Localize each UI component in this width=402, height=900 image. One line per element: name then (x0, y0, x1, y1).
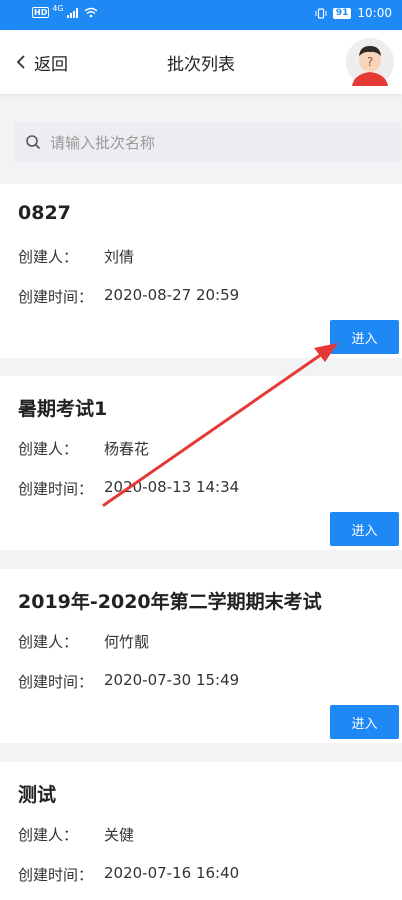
enter-button[interactable]: 进入 (330, 512, 399, 546)
battery-icon: 91 (332, 7, 352, 19)
creator-value: 刘倩 (104, 248, 135, 266)
batch-card: 测试 创建人： 关健 创建时间： 2020-07-16 16:40 (0, 762, 402, 900)
page-title: 批次列表 (167, 55, 235, 75)
batch-card: 0827 创建人： 刘倩 创建时间： 2020-08-27 20:59 进入 (0, 184, 402, 358)
batch-name: 2019年-2020年第二学期期末考试 (18, 591, 322, 613)
enter-button[interactable]: 进入 (330, 705, 399, 739)
batch-name: 暑期考试1 (18, 398, 108, 420)
search-icon (26, 135, 41, 150)
creator-value: 何竹靓 (104, 633, 150, 651)
creator-label: 创建人： (18, 633, 79, 651)
creator-label: 创建人： (18, 826, 79, 844)
hd-badge: HD (32, 7, 50, 18)
wifi-icon (84, 7, 98, 18)
created-time-value: 2020-07-16 16:40 (104, 864, 240, 882)
creator-label: 创建人： (18, 440, 79, 458)
search-bar (14, 122, 401, 164)
batch-name: 测试 (18, 784, 57, 806)
search-input[interactable] (48, 122, 392, 164)
clock: 10:00 (357, 6, 392, 20)
created-time-label: 创建时间： (18, 866, 94, 884)
signal-icon (66, 7, 78, 18)
network-type: 4G (52, 4, 64, 13)
created-time-value: 2020-08-27 20:59 (104, 286, 240, 304)
batch-card: 2019年-2020年第二学期期末考试 创建人： 何竹靓 创建时间： 2020-… (0, 569, 402, 743)
batch-name: 0827 (18, 202, 71, 224)
created-time-label: 创建时间： (18, 288, 94, 306)
vibrate-icon (315, 7, 327, 19)
creator-value: 杨春花 (104, 440, 150, 458)
status-right: 91 10:00 (315, 6, 392, 20)
created-time-label: 创建时间： (18, 673, 94, 691)
created-time-value: 2020-07-30 15:49 (104, 671, 240, 689)
creator-value: 关健 (104, 826, 135, 844)
enter-button[interactable]: 进入 (330, 320, 399, 354)
svg-text:?: ? (367, 55, 373, 69)
status-left: HD 4G (32, 4, 98, 18)
status-bar: HD 4G 91 10:00 (0, 0, 402, 30)
creator-label: 创建人： (18, 248, 79, 266)
avatar-question-icon[interactable]: ? (346, 38, 394, 86)
created-time-value: 2020-08-13 14:34 (104, 478, 240, 496)
nav-header: 返回 批次列表 ? (0, 30, 402, 94)
created-time-label: 创建时间： (18, 480, 94, 498)
batch-card: 暑期考试1 创建人： 杨春花 创建时间： 2020-08-13 14:34 进入 (0, 376, 402, 550)
